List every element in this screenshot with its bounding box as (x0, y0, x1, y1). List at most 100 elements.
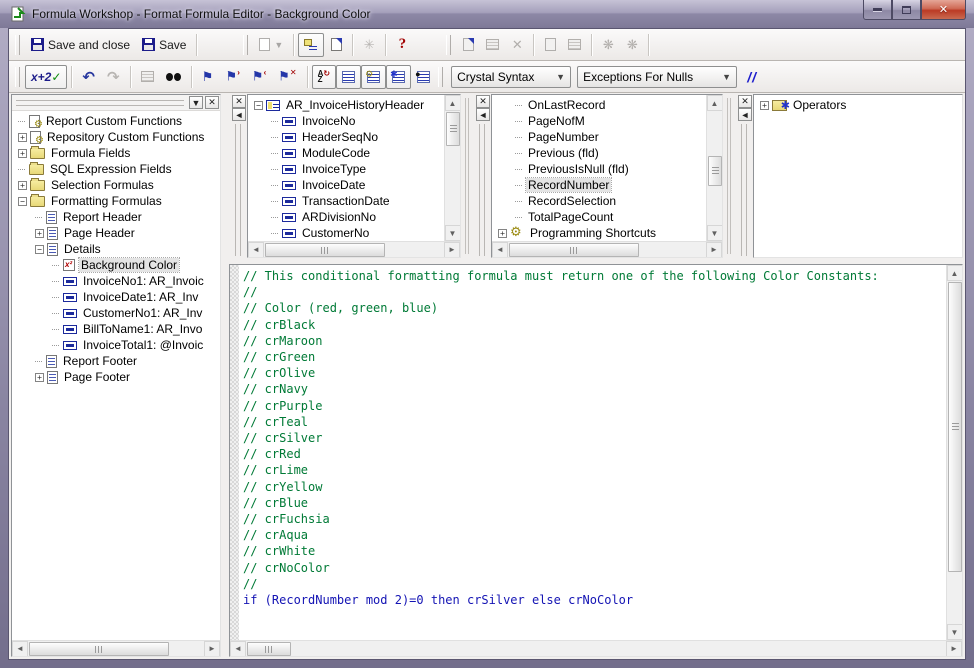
tree-item[interactable]: ModuleCode (248, 145, 444, 161)
tree-item[interactable]: InvoiceDate1: AR_Inv (12, 289, 220, 305)
tree-item[interactable]: InvoiceDate (248, 177, 444, 193)
redo-button[interactable]: ↷ (101, 65, 126, 89)
scroll-thumb[interactable] (247, 642, 291, 656)
scroll-down-icon[interactable]: ▼ (707, 225, 723, 241)
scroll-left-icon[interactable]: ◄ (248, 242, 264, 258)
functions-vscrollbar[interactable]: ▲ ▼ (706, 95, 722, 241)
panel-collapse-button[interactable]: ◄ (476, 108, 490, 121)
bookmark-toggle-button[interactable]: ⚑ (196, 65, 220, 89)
toggle-operators-tree-button[interactable]: ✱ (386, 65, 411, 89)
use-expert-button[interactable]: ✳ (357, 33, 381, 57)
scroll-thumb[interactable] (29, 642, 169, 656)
tree-item[interactable]: HeaderSeqNo (248, 129, 444, 145)
panel-drag-grip[interactable] (741, 124, 747, 256)
scroll-right-icon[interactable]: ► (444, 242, 460, 258)
rename-button[interactable] (480, 33, 505, 57)
tree-expander-minus[interactable]: − (18, 197, 27, 206)
tree-item[interactable]: ARDivisionNo (248, 209, 444, 225)
tree-expander-plus[interactable]: + (35, 229, 44, 238)
tree-expander-plus[interactable]: + (760, 101, 769, 110)
sort-trees-button[interactable]: A↻Z (312, 65, 336, 89)
new-button[interactable]: ▼ (253, 33, 289, 57)
find-button[interactable] (160, 65, 187, 89)
tree-item[interactable]: TotalPageCount (492, 209, 706, 225)
toolbar-grip[interactable] (15, 67, 20, 87)
tree-splitter[interactable] (723, 94, 735, 258)
scroll-down-icon[interactable]: ▼ (445, 225, 461, 241)
toolbar-grip[interactable] (446, 35, 451, 55)
properties-button[interactable] (324, 33, 348, 57)
syntax-combobox[interactable]: Crystal Syntax ▼ (451, 66, 571, 88)
toggle-functions-tree-button[interactable]: ⚙ (361, 65, 386, 89)
scroll-down-icon[interactable]: ▼ (947, 624, 963, 640)
panel-close-button[interactable]: ✕ (232, 95, 246, 108)
add-to-repository-button[interactable] (538, 33, 562, 57)
gear2-button[interactable]: ❋ (620, 33, 644, 57)
workshop-hscrollbar[interactable]: ◄ ► (12, 640, 220, 656)
tree-item[interactable]: BillToName1: AR_Invo (12, 321, 220, 337)
tree-expander-plus[interactable]: + (498, 229, 507, 238)
update-repository-button[interactable] (562, 33, 587, 57)
scroll-thumb[interactable] (265, 243, 385, 257)
editor-vscrollbar[interactable]: ▲ ▼ (946, 265, 962, 640)
tree-item[interactable]: CustomerNo (248, 225, 444, 241)
tree-item[interactable]: +Page Footer (12, 369, 220, 385)
save-button[interactable]: Save (136, 33, 192, 57)
tree-item[interactable]: +Formula Fields (12, 145, 220, 161)
comment-button[interactable]: // (740, 65, 764, 89)
panel-close-button[interactable]: ✕ (476, 95, 490, 108)
null-handling-combobox[interactable]: Exceptions For Nulls ▼ (577, 66, 737, 88)
check-syntax-button[interactable]: x+2✓ (25, 65, 67, 89)
tree-item[interactable]: Previous (fld) (492, 145, 706, 161)
panel-collapse-button[interactable]: ◄ (232, 108, 246, 121)
tree-item[interactable]: +Programming Shortcuts (492, 225, 706, 241)
scroll-up-icon[interactable]: ▲ (445, 95, 461, 111)
panel-menu-button[interactable]: ▼ (189, 96, 203, 109)
toolbar-grip[interactable] (15, 35, 20, 55)
tree-item[interactable]: InvoiceNo1: AR_Invoic (12, 273, 220, 289)
panel-drag-grip[interactable] (479, 124, 485, 256)
tree-item[interactable]: Background Color (12, 257, 220, 273)
bookmark-prev-button[interactable]: ⚑‹ (246, 65, 272, 89)
scroll-thumb[interactable] (948, 282, 962, 572)
tree-item[interactable]: +Operators (754, 97, 962, 113)
tree-expander-plus[interactable]: + (18, 149, 27, 158)
panel-close-button[interactable]: ✕ (205, 96, 219, 109)
tree-splitter[interactable] (461, 94, 473, 258)
tree-item[interactable]: −Details (12, 241, 220, 257)
tree-expander-plus[interactable]: + (18, 181, 27, 190)
panel-close-button[interactable]: ✕ (738, 95, 752, 108)
scroll-left-icon[interactable]: ◄ (492, 242, 508, 258)
panel-collapse-button[interactable]: ◄ (738, 108, 752, 121)
panel-drag-grip[interactable] (16, 100, 184, 106)
tree-item[interactable]: RecordSelection (492, 193, 706, 209)
fields-hscrollbar[interactable]: ◄ ► (248, 241, 460, 257)
toggle-workshop-tree-button[interactable] (298, 33, 324, 57)
scroll-left-icon[interactable]: ◄ (230, 641, 246, 657)
delete-button[interactable]: ✕ (505, 33, 529, 57)
tree-item[interactable]: InvoiceTotal1: @Invoic (12, 337, 220, 353)
panel-drag-grip[interactable] (235, 124, 241, 256)
maximize-button[interactable] (892, 0, 921, 20)
help-button[interactable]: ? (390, 33, 414, 57)
scroll-thumb[interactable] (509, 243, 639, 257)
browse-data-button[interactable] (135, 65, 160, 89)
scroll-right-icon[interactable]: ► (946, 641, 962, 657)
scroll-left-icon[interactable]: ◄ (12, 641, 28, 657)
toolbar-grip[interactable] (243, 35, 248, 55)
tree-item[interactable]: −AR_InvoiceHistoryHeader (248, 97, 444, 113)
tree-expander-minus[interactable]: − (35, 245, 44, 254)
toolbar-grip[interactable] (438, 67, 443, 87)
tree-item[interactable]: PreviousIsNull (fld) (492, 161, 706, 177)
scroll-thumb[interactable] (708, 156, 722, 186)
tree-item[interactable]: InvoiceNo (248, 113, 444, 129)
new-custom-function-button[interactable] (456, 33, 480, 57)
toggle-fields-tree-button[interactable] (336, 65, 361, 89)
scroll-up-icon[interactable]: ▲ (947, 265, 963, 281)
tree-item[interactable]: Report Footer (12, 353, 220, 369)
tree-item[interactable]: CustomerNo1: AR_Inv (12, 305, 220, 321)
formula-editor-code[interactable]: // This conditional formatting formula m… (239, 265, 946, 640)
tree-item[interactable]: PageNofM (492, 113, 706, 129)
tree-expander-plus[interactable]: + (35, 373, 44, 382)
tree-expander-minus[interactable]: − (254, 101, 263, 110)
